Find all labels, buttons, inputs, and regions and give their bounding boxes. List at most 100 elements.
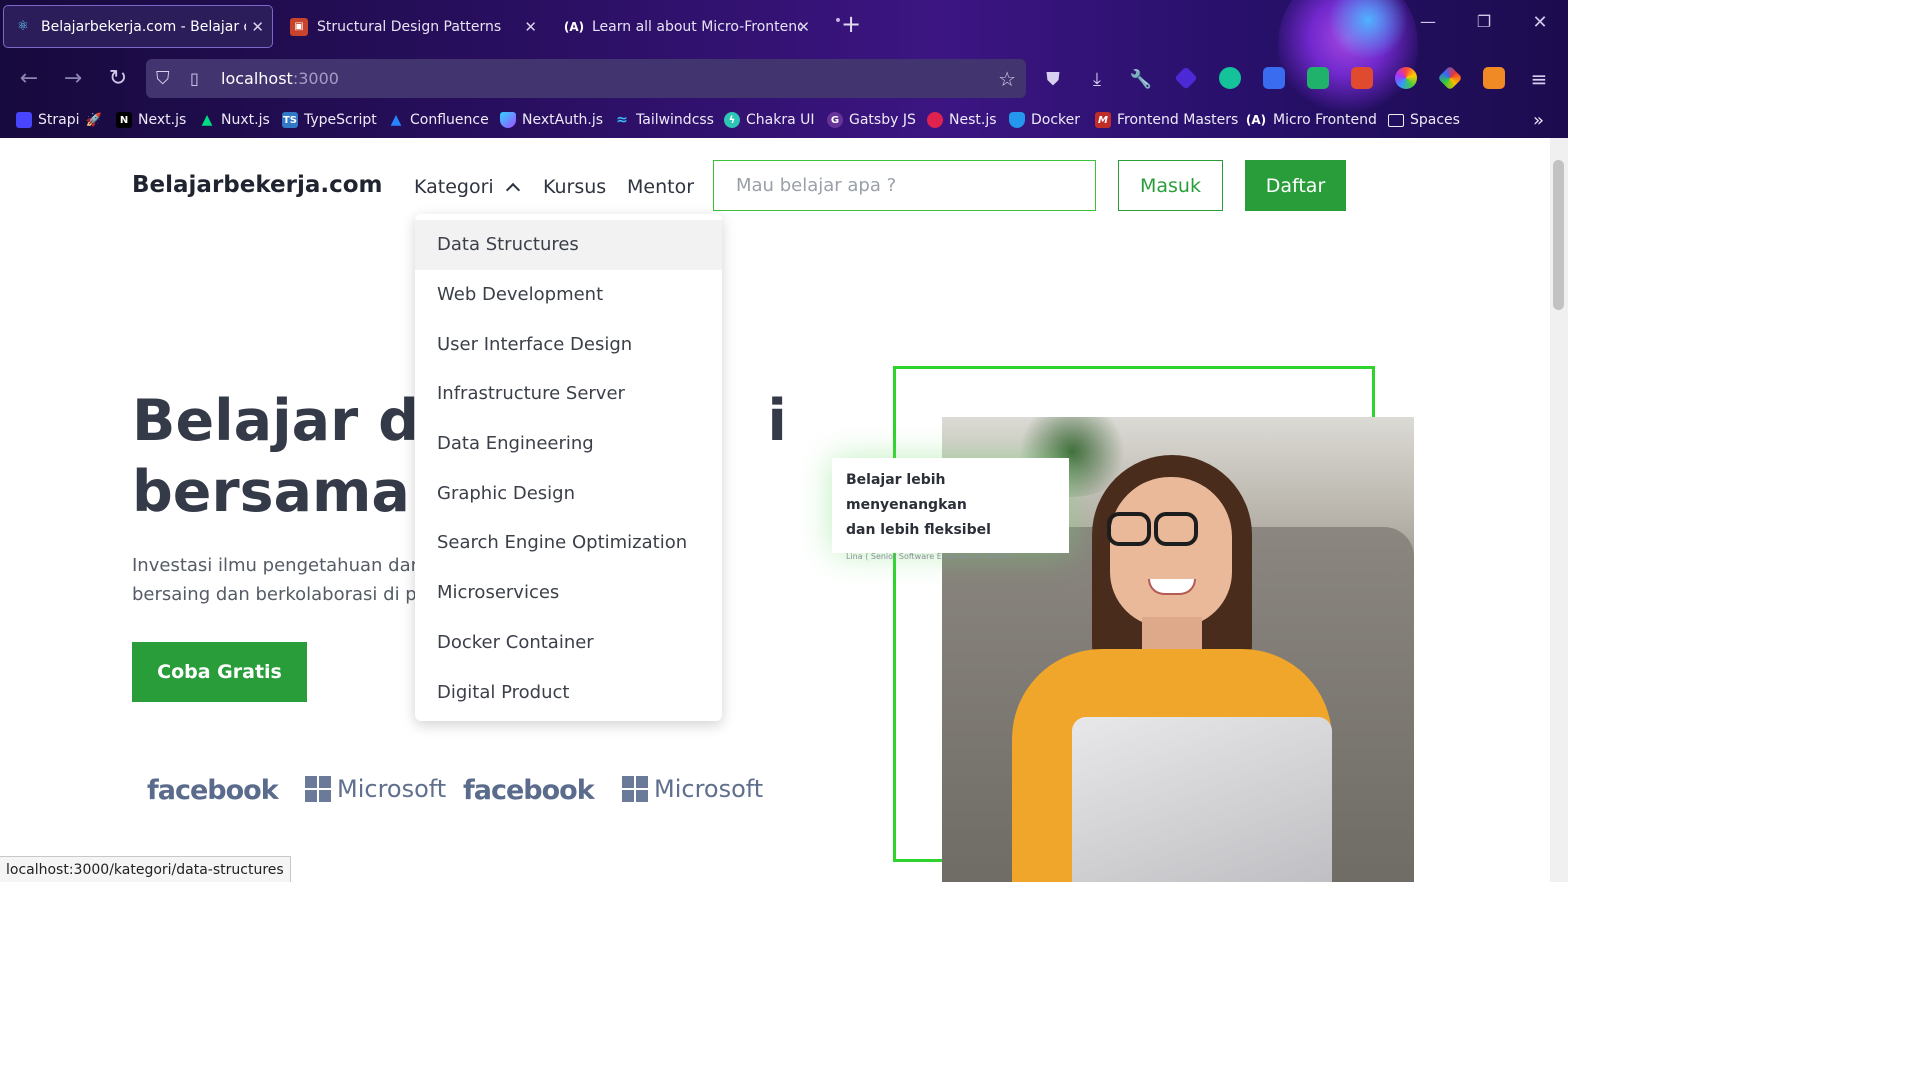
bookmark-spaces[interactable]: Spaces [1388, 109, 1460, 131]
dropdown-item-ui-design[interactable]: User Interface Design [415, 319, 722, 369]
bookmark-nextjs[interactable]: N Next.js [116, 109, 186, 131]
close-tab-icon[interactable]: ✕ [524, 18, 537, 36]
nav-kategori-label: Kategori [414, 176, 494, 198]
bookmark-label: Nuxt.js [221, 112, 270, 128]
browser-chrome: ⚛ Belajarbekerja.com - Belajar dengan Me… [0, 0, 1568, 138]
page-content: Belajarbekerja.com Kategori Kursus Mento… [0, 138, 1550, 882]
docker-icon [1009, 112, 1025, 128]
kategori-dropdown: Data Structures Web Development User Int… [415, 214, 722, 721]
microsoft-logo: Microsoft [622, 775, 763, 803]
daftar-button[interactable]: Daftar [1245, 160, 1346, 211]
tab-structural-design-patterns[interactable]: ▣ Structural Design Patterns ✕ [280, 5, 545, 48]
close-window-button[interactable]: ✕ [1525, 12, 1555, 33]
bookmark-confluence[interactable]: ▲ Confluence [388, 109, 489, 131]
dropdown-item-graphic-design[interactable]: Graphic Design [415, 468, 722, 518]
bookmark-label: Spaces [1410, 112, 1460, 128]
bookmark-label: NextAuth.js [522, 112, 604, 128]
dropdown-item-seo[interactable]: Search Engine Optimization [415, 518, 722, 568]
bookmark-label: Next.js [138, 112, 187, 128]
bookmark-strapi[interactable]: Strapi 🚀 [16, 109, 102, 131]
dropdown-item-digital-product[interactable]: Digital Product [415, 667, 722, 717]
restore-button[interactable]: ❐ [1469, 12, 1499, 31]
microsoft-grid-icon [305, 776, 331, 802]
dropdown-item-infrastructure-server[interactable]: Infrastructure Server [415, 369, 722, 419]
dropdown-item-data-structures[interactable]: Data Structures [415, 220, 722, 270]
bookmark-nuxtjs[interactable]: ▲ Nuxt.js [199, 109, 270, 131]
site-logo[interactable]: Belajarbekerja.com [132, 172, 383, 198]
dropdown-item-data-engineering[interactable]: Data Engineering [415, 419, 722, 469]
minimize-button[interactable]: — [1413, 12, 1443, 31]
extension-multicolor-icon[interactable] [1437, 65, 1463, 91]
hero-description: Investasi ilmu pengetahuan dan bersaing … [132, 551, 422, 609]
strapi-icon [16, 112, 32, 128]
hero-line1-end: i [767, 388, 787, 454]
extension-blue-icon[interactable] [1263, 67, 1285, 89]
nextjs-icon: N [116, 112, 132, 128]
chevron-up-icon [505, 182, 520, 198]
frontend-masters-icon: M [1095, 112, 1111, 128]
pocket-icon[interactable]: ⛊ [1040, 66, 1066, 92]
bookmark-label: Frontend Masters [1117, 112, 1239, 128]
bookmark-nestjs[interactable]: Nest.js [927, 109, 997, 131]
bookmark-micro-frontend[interactable]: (A) Micro Frontend [1245, 109, 1377, 131]
hero-line1-start: Belajar da [132, 388, 458, 454]
scrollbar-thumb[interactable] [1553, 160, 1564, 310]
dropdown-item-docker-container[interactable]: Docker Container [415, 618, 722, 668]
bookmark-label: Docker [1031, 112, 1081, 128]
dropdown-item-microservices[interactable]: Microservices [415, 568, 722, 618]
folder-icon [1388, 113, 1404, 127]
reload-button[interactable]: ↻ [103, 63, 133, 93]
chakra-icon: ϟ [724, 112, 740, 128]
coba-gratis-button[interactable]: Coba Gratis [132, 642, 307, 702]
bookmark-gatsby[interactable]: G Gatsby JS [827, 109, 916, 131]
micro-frontend-icon: (A) [563, 19, 585, 34]
dropdown-item-web-development[interactable]: Web Development [415, 270, 722, 320]
url-bar[interactable]: ⛉ ▯ localhost:3000 ☆ [146, 59, 1026, 98]
new-tab-button[interactable]: + [836, 10, 866, 38]
bookmark-frontend-masters[interactable]: M Frontend Masters [1095, 109, 1238, 131]
nuxt-icon: ▲ [201, 112, 213, 128]
face-shape [1110, 477, 1232, 627]
typescript-icon: TS [282, 112, 298, 128]
microsoft-label: Microsoft [654, 775, 764, 803]
bookmark-nextauth[interactable]: NextAuth.js [500, 109, 603, 131]
color-picker-icon[interactable] [1395, 67, 1417, 89]
extension-green-icon[interactable] [1307, 67, 1329, 89]
bookmark-typescript[interactable]: TS TypeScript [282, 109, 377, 131]
bookmarks-overflow-icon[interactable]: » [1533, 109, 1544, 131]
masuk-button[interactable]: Masuk [1118, 160, 1223, 211]
grammarly-icon[interactable] [1219, 67, 1241, 89]
download-icon[interactable]: ⤓ [1084, 66, 1110, 92]
tab-micro-frontends[interactable]: (A) Learn all about Micro-Frontends ✕ [555, 5, 820, 48]
nav-kursus[interactable]: Kursus [543, 176, 606, 198]
bookmark-tailwindcss[interactable]: ≈ Tailwindcss [614, 109, 714, 131]
close-tab-icon[interactable]: ✕ [251, 18, 264, 36]
microsoft-grid-icon [622, 776, 648, 802]
forward-button[interactable]: → [58, 63, 88, 93]
url-text[interactable]: localhost:3000 [221, 69, 339, 88]
confluence-icon: ▲ [390, 112, 402, 128]
menu-icon[interactable]: ≡ [1526, 66, 1552, 92]
bookmark-chakra[interactable]: ϟ Chakra UI [724, 109, 815, 131]
tab-title: Learn all about Micro-Frontends [592, 18, 802, 35]
search-input[interactable]: Mau belajar apa ? [713, 160, 1096, 211]
page-scrollbar[interactable] [1550, 138, 1568, 882]
bookmark-label: Tailwindcss [636, 112, 714, 128]
nav-kategori[interactable]: Kategori [414, 176, 520, 198]
refactoring-guru-icon: ▣ [290, 17, 308, 36]
testimonial-author: Lina ( Senior Software Engineer at Airbn… [846, 552, 1018, 561]
shield-icon[interactable]: ⛉ [156, 68, 170, 89]
extension-red-icon[interactable] [1351, 67, 1373, 89]
bookmark-docker[interactable]: Docker [1009, 109, 1080, 131]
metamask-icon[interactable] [1483, 67, 1505, 89]
back-button[interactable]: ← [14, 63, 44, 93]
wrench-icon[interactable]: 🔧 [1128, 66, 1154, 92]
nav-mentor[interactable]: Mentor [627, 176, 694, 198]
bookmark-star-icon[interactable]: ☆ [998, 67, 1016, 91]
testimonial-line2: dan lebih fleksibel [846, 522, 991, 538]
extension-diamond-icon[interactable] [1174, 66, 1198, 90]
tab-belajarbekerja[interactable]: ⚛ Belajarbekerja.com - Belajar dengan Me… [3, 5, 273, 48]
bookmark-label: Confluence [410, 112, 489, 128]
microsoft-label: Microsoft [337, 775, 447, 803]
close-tab-icon[interactable]: ✕ [797, 18, 810, 36]
